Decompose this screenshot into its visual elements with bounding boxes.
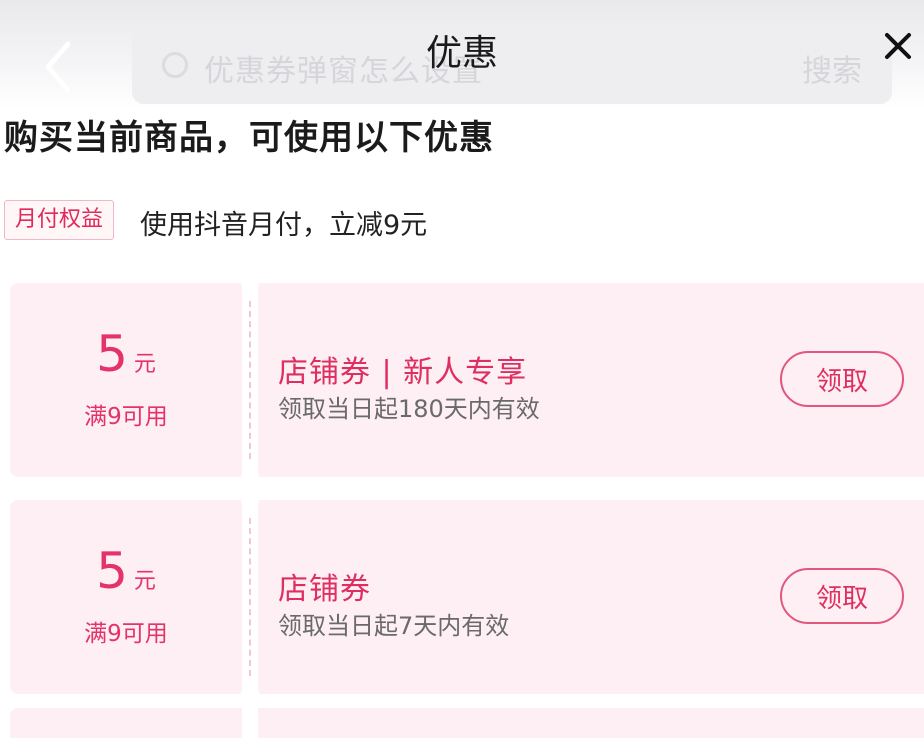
claim-button[interactable]: 领取 xyxy=(780,351,904,407)
coupon-card-partial xyxy=(10,708,924,738)
coupon-validity: 领取当日起7天内有效 xyxy=(278,612,510,640)
coupon-amount: 5元 xyxy=(10,542,242,600)
coupon-divider xyxy=(249,518,251,676)
coupon-validity: 领取当日起180天内有效 xyxy=(278,395,540,423)
coupon-amount: 5元 xyxy=(10,325,242,383)
coupon-amount-unit: 元 xyxy=(133,352,156,377)
coupon-divider xyxy=(249,301,251,459)
coupon-title: 店铺券 | 新人专享 xyxy=(278,355,528,390)
coupon-condition: 满9可用 xyxy=(84,621,168,647)
coupon-title: 店铺券 xyxy=(278,572,371,607)
monthly-pay-tag: 月付权益 xyxy=(4,200,115,240)
claim-button[interactable]: 领取 xyxy=(780,568,904,624)
coupon-amount-unit: 元 xyxy=(133,569,156,594)
coupon-card: 5元 满9可用 店铺券 | 新人专享 领取当日起180天内有效 领取 xyxy=(10,274,924,486)
coupon-card: 5元 满9可用 店铺券 领取当日起7天内有效 领取 xyxy=(10,491,924,703)
coupon-amount-value: 5 xyxy=(96,542,128,600)
close-icon[interactable] xyxy=(878,26,918,66)
coupon-amount-value: 5 xyxy=(96,325,128,383)
coupon-condition: 满9可用 xyxy=(84,404,168,430)
page-title: 优惠 xyxy=(425,33,498,74)
monthly-pay-description: 使用抖音月付，立减9元 xyxy=(140,210,428,241)
top-bar: 优惠券弹窗怎么设置 搜索 优惠 xyxy=(0,0,924,110)
offers-headline: 购买当前商品，可使用以下优惠 xyxy=(4,118,494,158)
